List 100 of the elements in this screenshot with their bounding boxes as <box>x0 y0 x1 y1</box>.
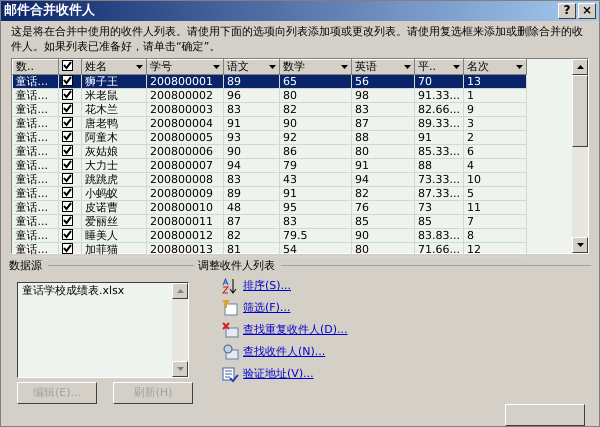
help-button[interactable]: ? <box>558 2 576 19</box>
table-cell: 83 <box>283 214 297 227</box>
table-cell: 花木兰 <box>85 102 118 115</box>
instruction-text: 这是将在合并中使用的收件人列表。请使用下面的选项向列表添加项或更改列表。请使用复选框来添加或删除合并的收件人。如果列表已准备好，请单击“确定”。 <box>10 24 584 54</box>
table-cell: 93 <box>227 130 241 143</box>
checkbox[interactable] <box>62 214 73 226</box>
table-cell: 83 <box>227 172 241 185</box>
scrollbar[interactable] <box>572 58 588 252</box>
table-row[interactable]: 童话... 皮诺曹 200800010 48 95 76 73 11 <box>12 200 526 214</box>
checkbox[interactable] <box>62 186 73 198</box>
table-cell: 童话... <box>16 102 48 115</box>
checkbox[interactable] <box>62 172 73 184</box>
table-cell: 3 <box>466 116 474 129</box>
checkbox[interactable] <box>62 228 73 240</box>
table-cell: 83 <box>355 102 369 115</box>
validate-icon[interactable] <box>222 366 239 383</box>
scroll-up-button[interactable] <box>572 58 588 74</box>
table-cell: 87 <box>227 214 241 227</box>
down-arrow-icon <box>176 367 184 371</box>
table-cell: 跳跳虎 <box>85 172 118 185</box>
table-cell: 56 <box>355 74 369 87</box>
table-cell: 83.83... <box>418 228 460 241</box>
table-row[interactable]: 童话... 灰姑娘 200800006 90 86 80 85.33... 6 <box>12 144 526 158</box>
table-cell: 76 <box>355 200 369 213</box>
table-cell: 79 <box>283 158 297 171</box>
table-cell: 94 <box>355 172 369 185</box>
table-cell: 91 <box>355 158 369 171</box>
checkbox[interactable] <box>62 88 73 100</box>
checkbox[interactable] <box>62 102 73 114</box>
table-cell: 200800008 <box>150 172 213 185</box>
table-row[interactable]: 童话... 狮子王 200800001 89 65 56 70 13 <box>12 74 526 88</box>
table-row[interactable]: 童话... 花木兰 200800003 83 82 83 82.66... 9 <box>12 102 526 116</box>
table-cell: 200800009 <box>150 186 213 199</box>
table-cell: 200800003 <box>150 102 213 115</box>
checkbox[interactable] <box>62 242 73 254</box>
table-cell: 71.66... <box>418 242 460 255</box>
table-cell: 2 <box>466 130 474 143</box>
dropdown-arrow-icon[interactable] <box>404 64 411 68</box>
checkbox[interactable] <box>62 116 73 128</box>
scrollbar[interactable] <box>172 283 188 377</box>
checkbox[interactable] <box>62 60 73 71</box>
table-cell: 90 <box>227 144 241 157</box>
close-button[interactable]: × <box>578 2 596 19</box>
checkbox[interactable] <box>62 200 73 212</box>
table-cell: 80 <box>283 88 297 101</box>
dropdown-arrow-icon[interactable] <box>269 64 276 68</box>
dropdown-arrow-icon[interactable] <box>213 64 220 68</box>
column-header[interactable]: 数.. <box>12 59 58 74</box>
table-cell: 80 <box>355 242 369 255</box>
checkbox[interactable] <box>62 144 73 156</box>
list-item[interactable]: 童话学校成绩表.xlsx <box>22 283 168 300</box>
table-row[interactable]: 童话... 睡美人 200800012 82 79.5 90 83.83... 8 <box>12 228 526 242</box>
table-cell: 皮诺曹 <box>85 200 118 213</box>
checkbox[interactable] <box>62 158 73 170</box>
table-cell: 83 <box>227 102 241 115</box>
table-cell: 79.5 <box>283 228 308 241</box>
table-cell: 91 <box>418 130 432 143</box>
scroll-down-button[interactable] <box>172 361 188 377</box>
find-records-icon[interactable] <box>222 344 239 361</box>
scroll-up-button[interactable] <box>172 283 188 299</box>
dropdown-arrow-icon[interactable] <box>452 64 460 68</box>
table-row[interactable]: 童话... 加菲猫 200800013 81 54 80 71.66... 12 <box>12 242 526 256</box>
checkbox[interactable] <box>62 130 73 142</box>
table-cell: 童话... <box>16 200 48 213</box>
table-cell: 200800013 <box>150 242 213 255</box>
table-cell: 73 <box>418 200 432 213</box>
table-row[interactable]: 童话... 爱丽丝 200800011 87 83 85 85 7 <box>12 214 526 228</box>
table-cell: 89 <box>227 74 241 87</box>
table-row[interactable]: 童话... 唐老鸭 200800004 91 90 87 89.33... 3 <box>12 116 526 130</box>
table-cell: 童话... <box>16 144 48 157</box>
table-cell: 85 <box>418 214 432 227</box>
dialog-button[interactable] <box>505 404 585 426</box>
table-cell: 200800004 <box>150 116 213 129</box>
table-row[interactable]: 童话... 跳跳虎 200800008 83 43 94 73.33... 10 <box>12 172 526 186</box>
table-cell: 童话... <box>16 130 48 143</box>
link[interactable]: 查找收件人(N)... <box>243 344 326 361</box>
dropdown-arrow-icon[interactable] <box>136 64 143 68</box>
table-cell: 89 <box>227 186 241 199</box>
table-cell: 200800005 <box>150 130 213 143</box>
sort-icon[interactable] <box>222 278 239 295</box>
table-cell: 睡美人 <box>85 228 118 241</box>
link[interactable]: 验证地址(V)... <box>243 366 314 383</box>
scroll-thumb[interactable] <box>572 74 588 146</box>
table-row[interactable]: 童话... 阿童木 200800005 93 92 88 91 2 <box>12 130 526 144</box>
table-row[interactable]: 童话... 米老鼠 200800002 96 80 98 91.33... 1 <box>12 88 526 102</box>
duplicate-records-icon[interactable] <box>222 322 239 339</box>
table-row[interactable]: 童话... 大力士 200800007 94 79 91 88 4 <box>12 158 526 172</box>
table-cell: 灰姑娘 <box>85 144 118 157</box>
link[interactable]: 查找重复收件人(D)... <box>243 322 348 339</box>
table-cell: 91 <box>283 186 297 199</box>
table-row[interactable]: 童话... 小蚂蚁 200800009 89 91 82 87.33... 5 <box>12 186 526 200</box>
link[interactable]: 筛选(F)... <box>243 300 290 317</box>
table-cell: 大力士 <box>85 158 118 171</box>
checkbox[interactable] <box>62 74 73 86</box>
scroll-down-button[interactable] <box>572 236 588 252</box>
filter-icon[interactable] <box>222 300 239 317</box>
dropdown-arrow-icon[interactable] <box>516 64 523 68</box>
dropdown-arrow-icon[interactable] <box>341 64 348 68</box>
link[interactable]: 排序(S)... <box>243 278 292 295</box>
table-cell: 7 <box>466 214 474 227</box>
